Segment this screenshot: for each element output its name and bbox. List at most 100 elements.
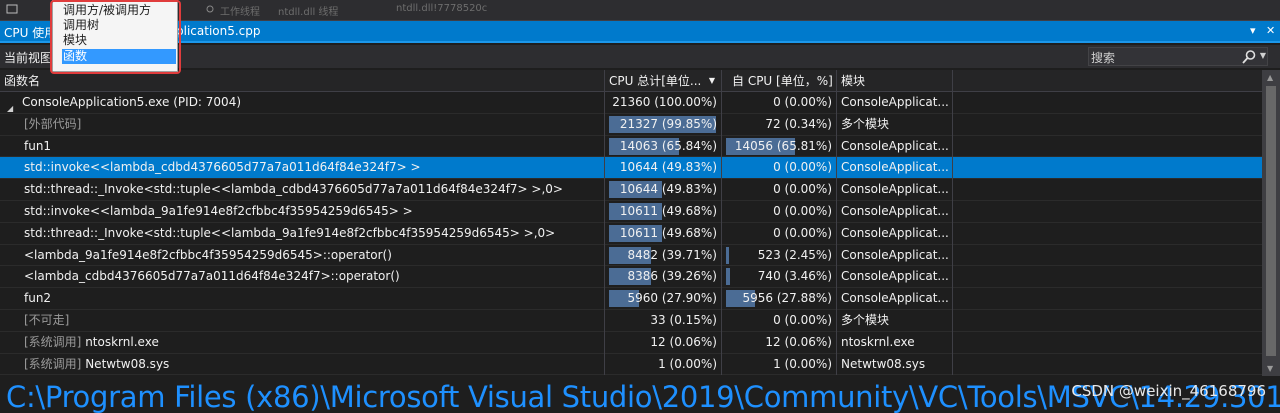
function-name-text: fun2	[24, 291, 52, 306]
sort-descending-icon: ▼	[708, 76, 715, 85]
cell-cpu-total: 1 (0.00%)	[605, 353, 722, 376]
cell-function-name: ◢ ConsoleApplication5.exe (PID: 7004)	[0, 92, 605, 114]
self-cpu-text: 0 (0.00%)	[773, 182, 832, 197]
cell-self-cpu: 0 (0.00%)	[722, 222, 837, 245]
self-cpu-text: 12 (0.06%)	[765, 334, 832, 349]
cpu-total-text: 21327 (99.85%)	[619, 116, 717, 131]
cell-cpu-total: 5960 (27.90%)	[605, 288, 722, 310]
scroll-down-icon[interactable]: ▼	[1267, 364, 1273, 373]
cell-cpu-total: 12 (0.06%)	[605, 331, 722, 354]
cell-module: ConsoleApplicat...	[837, 135, 953, 158]
cell-function-name: fun2	[0, 288, 605, 310]
table-header: 函数名 CPU 总计[单位... ▼ 自 CPU [单位，%] 模块	[0, 70, 1262, 92]
close-icon[interactable]: ✕	[1266, 24, 1275, 37]
cell-self-cpu: 12 (0.06%)	[722, 331, 837, 354]
cell-cpu-total: 14063 (65.84%)	[605, 135, 722, 158]
table-row[interactable]: [外部代码] 21327 (99.85%) 72 (0.34%) 多个模块	[0, 113, 1262, 136]
table-row[interactable]: [不可走] 33 (0.15%) 0 (0.00%) 多个模块	[0, 309, 1262, 332]
thread-location-text: ntdll.dll!7778520c	[396, 3, 488, 14]
table-row[interactable]: <lambda_cdbd4376605d77a7a011d64f84e324f7…	[0, 266, 1262, 289]
self-cpu-text: 0 (0.00%)	[773, 312, 832, 327]
scroll-up-icon[interactable]: ▲	[1267, 73, 1273, 82]
path-bar: C:\Program Files (x86)\Microsoft Visual …	[0, 376, 1280, 413]
cell-function-name: <lambda_9a1fe914e8f2cfbbc4f35954259d6545…	[0, 244, 605, 267]
cpu-total-text: 1 (0.00%)	[658, 356, 717, 371]
top-toolbar: 工作线程 ntdll.dll 线程 ntdll.dll!7778520c	[0, 0, 1280, 21]
function-name-text: ntoskrnl.exe	[85, 334, 159, 349]
cpu-total-text: 10644 (49.83%)	[619, 160, 717, 175]
cell-function-name: std::thread::_Invoke<std::tuple<<lambda_…	[0, 179, 605, 201]
annotation-highlight-box	[50, 0, 181, 74]
function-name-text: [不可走]	[24, 312, 70, 327]
search-input[interactable]: 搜索 ▼	[1088, 47, 1268, 66]
cell-function-name: std::thread::_Invoke<std::tuple<<lambda_…	[0, 222, 605, 245]
cell-module: ConsoleApplicat...	[837, 288, 953, 310]
search-options-icon[interactable]: ▼	[1260, 51, 1266, 60]
scrollbar-thumb[interactable]	[1266, 86, 1276, 356]
column-header-module[interactable]: 模块	[837, 70, 953, 92]
table-row[interactable]: [系统调用] ntoskrnl.exe 12 (0.06%) 12 (0.06%) n…	[0, 331, 1262, 354]
cpu-total-text: 10644 (49.83%)	[619, 182, 717, 197]
cell-function-name: fun1	[0, 135, 605, 158]
cell-self-cpu: 0 (0.00%)	[722, 157, 837, 180]
toolbar-icon[interactable]	[6, 3, 18, 15]
system-call-prefix: [系统调用]	[24, 356, 82, 371]
tab-title[interactable]: CPU 使用	[4, 24, 56, 41]
cell-module: Netwtw08.sys	[837, 353, 953, 376]
self-cpu-text: 72 (0.34%)	[765, 116, 832, 131]
self-cpu-bar	[726, 246, 729, 264]
cell-self-cpu: 0 (0.00%)	[722, 309, 837, 332]
cell-module: ConsoleApplicat...	[837, 157, 953, 180]
cell-module: ConsoleApplicat...	[837, 244, 953, 267]
function-name-text: std::invoke<<lambda_9a1fe914e8f2cfbbc4f3…	[24, 203, 413, 218]
settings-icon[interactable]	[204, 3, 216, 15]
table-row[interactable]: <lambda_9a1fe914e8f2cfbbc4f35954259d6545…	[0, 244, 1262, 267]
cell-cpu-total: 10644 (49.83%)	[605, 179, 722, 201]
table-row[interactable]: fun1 14063 (65.84%) 14056 (65.81%) ConsoleA…	[0, 135, 1262, 158]
cell-function-name: [系统调用] Netwtw08.sys	[0, 353, 605, 376]
table-row[interactable]: std::thread::_Invoke<std::tuple<<lambda_…	[0, 222, 1262, 245]
cell-cpu-total: 33 (0.15%)	[605, 309, 722, 332]
system-call-prefix: [系统调用]	[24, 334, 82, 349]
thread-name-text: ntdll.dll 线程	[278, 7, 339, 18]
cell-function-name: [外部代码]	[0, 113, 605, 136]
cpu-total-text: 5960 (27.90%)	[627, 291, 717, 306]
column-header-cpu-total-label: CPU 总计[单位...	[609, 74, 702, 88]
cpu-total-text: 12 (0.06%)	[650, 334, 717, 349]
cpu-total-text: 14063 (65.84%)	[619, 138, 717, 153]
column-header-cpu-total[interactable]: CPU 总计[单位... ▼	[605, 70, 722, 92]
tab-dropdown-icon[interactable]: ▾	[1250, 24, 1256, 37]
table-row[interactable]: ◢ ConsoleApplication5.exe (PID: 7004) 2136…	[0, 92, 1262, 114]
cell-self-cpu: 72 (0.34%)	[722, 113, 837, 136]
self-cpu-text: 0 (0.00%)	[773, 160, 832, 175]
cell-function-name: <lambda_cdbd4376605d77a7a011d64f84e324f7…	[0, 266, 605, 289]
cell-module: 多个模块	[837, 309, 953, 332]
table-row[interactable]: std::thread::_Invoke<std::tuple<<lambda_…	[0, 179, 1262, 201]
function-name-text: <lambda_9a1fe914e8f2cfbbc4f35954259d6545…	[24, 247, 392, 262]
cell-self-cpu: 0 (0.00%)	[722, 92, 837, 114]
cell-cpu-total: 21360 (100.00%)	[605, 92, 722, 114]
cell-cpu-total: 10611 (49.68%)	[605, 200, 722, 223]
watermark-text: CSDN @weixin_46168796	[1071, 382, 1266, 400]
cell-self-cpu: 523 (2.45%)	[722, 244, 837, 267]
table-row[interactable]: fun2 5960 (27.90%) 5956 (27.88%) ConsoleApp…	[0, 288, 1262, 310]
function-name-text: std::invoke<<lambda_cdbd4376605d77a7a011…	[24, 160, 421, 175]
function-name-text: Netwtw08.sys	[85, 356, 170, 371]
cpu-total-text: 8482 (39.71%)	[627, 247, 717, 262]
tab-file-name[interactable]: plication5.cpp	[176, 24, 261, 38]
self-cpu-text: 0 (0.00%)	[773, 225, 832, 240]
table-row[interactable]: [系统调用] Netwtw08.sys 1 (0.00%) 1 (0.00%) Net…	[0, 353, 1262, 376]
vertical-scrollbar[interactable]: ▲ ▼	[1262, 70, 1280, 376]
cpu-total-text: 10611 (49.68%)	[619, 203, 717, 218]
cell-cpu-total: 8386 (39.26%)	[605, 266, 722, 289]
function-name-text: <lambda_cdbd4376605d77a7a011d64f84e324f7…	[24, 269, 400, 284]
tool-window-tab: CPU 使用 plication5.cpp ▾ ✕	[0, 21, 1280, 43]
cell-self-cpu: 14056 (65.81%)	[722, 135, 837, 158]
expand-collapse-icon[interactable]: ◢	[7, 98, 13, 114]
column-header-self-cpu[interactable]: 自 CPU [单位，%]	[722, 70, 837, 92]
function-name-text: std::thread::_Invoke<std::tuple<<lambda_…	[24, 225, 556, 240]
table-row[interactable]: std::invoke<<lambda_9a1fe914e8f2cfbbc4f3…	[0, 200, 1262, 223]
table-row[interactable]: std::invoke<<lambda_cdbd4376605d77a7a011…	[0, 157, 1262, 180]
cell-self-cpu: 740 (3.46%)	[722, 266, 837, 289]
search-icon[interactable]	[1241, 49, 1257, 65]
